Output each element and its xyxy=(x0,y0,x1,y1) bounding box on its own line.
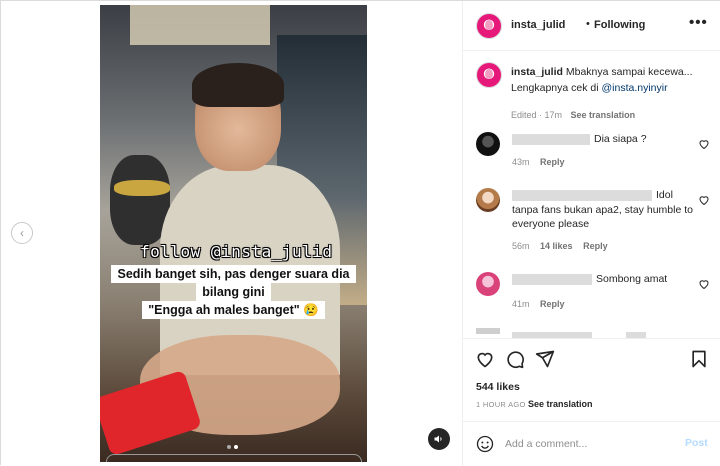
heart-icon[interactable] xyxy=(698,278,710,290)
comment-icon[interactable] xyxy=(505,349,525,369)
header-username[interactable]: insta_julid xyxy=(511,19,565,31)
bookmark-icon[interactable] xyxy=(689,349,709,369)
post-actions: 544 likes 1 HOUR AGO See translation xyxy=(463,338,720,421)
avatar xyxy=(476,328,500,334)
more-options-icon[interactable]: ••• xyxy=(689,14,708,31)
video-caption-line: bilang gini xyxy=(196,283,271,301)
comment-meta: 43m Reply xyxy=(512,157,565,167)
comment-meta: 56m 14 likes Reply xyxy=(512,241,608,251)
caption-body: Mbaknya sampai kecewa... xyxy=(565,66,693,78)
comment-time: 56m xyxy=(512,241,530,251)
following-button[interactable]: Following xyxy=(594,19,645,31)
comment-text xyxy=(512,328,700,338)
comment-text: Sombong amat xyxy=(512,272,700,287)
avatar[interactable] xyxy=(476,13,502,39)
post-header: insta_julid • Following ••• xyxy=(463,1,720,51)
post-modal: ‹ follow @insta_julid Sedih banget sih, … xyxy=(0,0,720,466)
avatar[interactable] xyxy=(476,62,502,88)
comment-likes[interactable]: 14 likes xyxy=(540,241,573,251)
avatar[interactable] xyxy=(476,132,500,156)
comment-text: Idol tanpa fans bukan apa2, stay humble … xyxy=(512,188,700,232)
blurred-username xyxy=(512,189,652,201)
likes-count[interactable]: 544 likes xyxy=(476,381,520,393)
comment-time: 43m xyxy=(512,157,530,167)
red-sleeve xyxy=(100,369,202,457)
heart-icon[interactable] xyxy=(475,349,495,369)
video-caption: Sedih banget sih, pas denger suara dia b… xyxy=(100,265,367,323)
comment-time: 41m xyxy=(512,299,530,309)
video-player[interactable]: follow @insta_julid Sedih banget sih, pa… xyxy=(100,5,367,462)
background-light xyxy=(130,5,270,45)
carousel-dot-active xyxy=(234,445,238,449)
heart-icon[interactable] xyxy=(698,194,710,206)
speaker-icon xyxy=(434,435,442,443)
share-icon[interactable] xyxy=(535,349,555,369)
comments-list[interactable]: insta_julid Mbaknya sampai kecewa... Len… xyxy=(463,52,720,338)
audio-toggle-button[interactable] xyxy=(428,428,450,450)
reply-button[interactable]: Reply xyxy=(540,299,565,309)
video-caption-line: "Engga ah males banget" 😢 xyxy=(142,301,325,319)
see-translation-link[interactable]: See translation xyxy=(528,399,593,409)
see-translation-link[interactable]: See translation xyxy=(571,110,636,120)
previous-post-button[interactable]: ‹ xyxy=(11,222,33,244)
carousel-dots xyxy=(227,445,238,449)
post-comment-button[interactable]: Post xyxy=(685,437,708,449)
post-time: 1 HOUR AGO xyxy=(476,400,526,409)
post-side-panel: insta_julid • Following ••• insta_julid … xyxy=(462,1,720,466)
add-comment-bar: Post xyxy=(463,421,720,466)
caption-meta: Edited · 17m See translation xyxy=(511,110,635,120)
video-bottom-bar xyxy=(106,454,362,462)
carousel-dot xyxy=(227,445,231,449)
caption-mention-link[interactable]: @insta.nyinyir xyxy=(601,82,667,94)
caption-username[interactable]: insta_julid xyxy=(511,66,563,78)
reply-button[interactable]: Reply xyxy=(583,241,608,251)
blurred-username xyxy=(512,133,590,145)
comment-meta: 41m Reply xyxy=(512,299,565,309)
avatar[interactable] xyxy=(476,272,500,296)
background-cap xyxy=(114,180,170,196)
avatar[interactable] xyxy=(476,188,500,212)
comment-body: Sombong amat xyxy=(596,273,668,285)
comment-body: Dia siapa ? xyxy=(594,133,647,145)
caption-line2: Lengkapnya cek di xyxy=(511,82,602,94)
video-caption-line: Sedih banget sih, pas denger suara dia xyxy=(111,265,356,283)
heart-icon[interactable] xyxy=(698,138,710,150)
comment-text: Dia siapa ? xyxy=(512,132,700,147)
add-comment-input[interactable] xyxy=(505,433,675,455)
reply-button[interactable]: Reply xyxy=(540,157,565,167)
caption-time: Edited · 17m xyxy=(511,110,563,120)
post-media-area: ‹ follow @insta_julid Sedih banget sih, … xyxy=(1,1,462,466)
separator-dot: • xyxy=(586,18,590,30)
caption-text: insta_julid Mbaknya sampai kecewa... Len… xyxy=(511,64,720,96)
emoji-icon[interactable] xyxy=(476,435,494,453)
video-overlay-handle: follow @insta_julid xyxy=(140,242,333,261)
blurred-username xyxy=(512,273,592,285)
person-hair xyxy=(192,63,284,107)
